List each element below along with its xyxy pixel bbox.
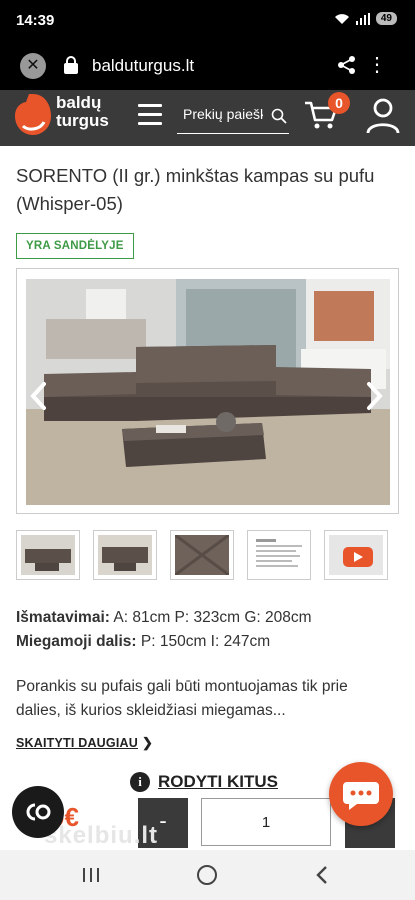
- back-icon[interactable]: [314, 865, 330, 885]
- home-icon[interactable]: [197, 865, 217, 885]
- status-time: 14:39: [16, 12, 55, 29]
- logo-text: baldų turgus: [56, 94, 109, 130]
- signal-icon: [355, 12, 370, 25]
- read-more-label: SKAITYTI DAUGIAU: [16, 736, 138, 750]
- product-title: SORENTO (II gr.) minkštas kampas su pufu…: [16, 165, 375, 214]
- wifi-icon: [334, 13, 349, 24]
- dimensions-row: Išmatavimai: A: 81cm P: 323cm G: 208cm: [16, 606, 312, 630]
- thumbnail-1[interactable]: [16, 530, 80, 580]
- search-icon[interactable]: [271, 108, 287, 124]
- dimensions-label: Išmatavimai:: [16, 609, 110, 626]
- cookie-icon: [26, 803, 51, 821]
- product-specs: Išmatavimai: A: 81cm P: 323cm G: 208cm M…: [16, 606, 312, 654]
- product-photo: [26, 279, 390, 505]
- quantity-input[interactable]: [201, 798, 331, 846]
- recent-apps-icon[interactable]: [82, 866, 100, 884]
- chat-button[interactable]: [329, 762, 393, 826]
- chevron-right-icon: ❯: [141, 735, 154, 750]
- product-description: Porankis su pufais gali būti montuojamas…: [16, 678, 348, 719]
- user-account-icon[interactable]: [366, 98, 400, 134]
- info-icon: i: [130, 772, 150, 792]
- logo-line-1: baldų: [56, 93, 102, 112]
- gallery-prev-arrow-icon[interactable]: [27, 381, 51, 411]
- thumbnail-strip: [16, 530, 399, 580]
- gallery-next-arrow-icon[interactable]: [362, 381, 386, 411]
- share-icon[interactable]: [337, 55, 357, 75]
- close-tab-button[interactable]: ✕: [20, 53, 46, 79]
- sleeping-area-row: Miegamoji dalis: P: 150cm I: 247cm: [16, 630, 312, 654]
- cart-count-badge: 0: [328, 92, 350, 114]
- browser-toolbar: ✕ balduturgus.lt ⋮: [0, 40, 415, 90]
- search-box: [177, 98, 289, 134]
- site-header: baldų turgus 0: [0, 90, 415, 146]
- site-logo[interactable]: baldų turgus: [14, 92, 124, 142]
- show-others-link[interactable]: i RODYTI KITUS: [130, 772, 278, 792]
- thumbnail-2[interactable]: [93, 530, 157, 580]
- battery-icon: 49: [375, 12, 397, 25]
- thumbnail-3[interactable]: [170, 530, 234, 580]
- logo-mark-icon: [15, 94, 51, 135]
- show-others-label: RODYTI KITUS: [158, 772, 278, 791]
- system-navigation-bar: [0, 850, 415, 900]
- chat-bubble-icon: [343, 782, 379, 810]
- cookie-settings-button[interactable]: [12, 786, 64, 838]
- stock-status-badge: YRA SANDĖLYJE: [16, 233, 134, 259]
- status-icons: 49: [334, 12, 397, 25]
- logo-line-2: turgus: [56, 111, 109, 130]
- read-more-link[interactable]: SKAITYTI DAUGIAU ❯: [16, 735, 153, 751]
- status-bar: 14:39 49: [0, 0, 415, 40]
- sleeping-area-label: Miegamoji dalis:: [16, 633, 137, 650]
- dimensions-value: A: 81cm P: 323cm G: 208cm: [113, 609, 312, 626]
- cart-button[interactable]: 0: [304, 92, 350, 134]
- sleeping-area-value: P: 150cm I: 247cm: [140, 633, 271, 650]
- thumbnail-4[interactable]: [247, 530, 311, 580]
- video-play-icon: [329, 535, 383, 575]
- address-bar-url[interactable]: balduturgus.lt: [92, 56, 194, 76]
- lock-icon: [64, 56, 78, 74]
- search-input[interactable]: [183, 106, 263, 122]
- product-gallery[interactable]: [16, 268, 399, 514]
- browser-menu-icon[interactable]: ⋮: [367, 52, 387, 78]
- hamburger-menu-icon[interactable]: [138, 104, 162, 126]
- thumbnail-video[interactable]: [324, 530, 388, 580]
